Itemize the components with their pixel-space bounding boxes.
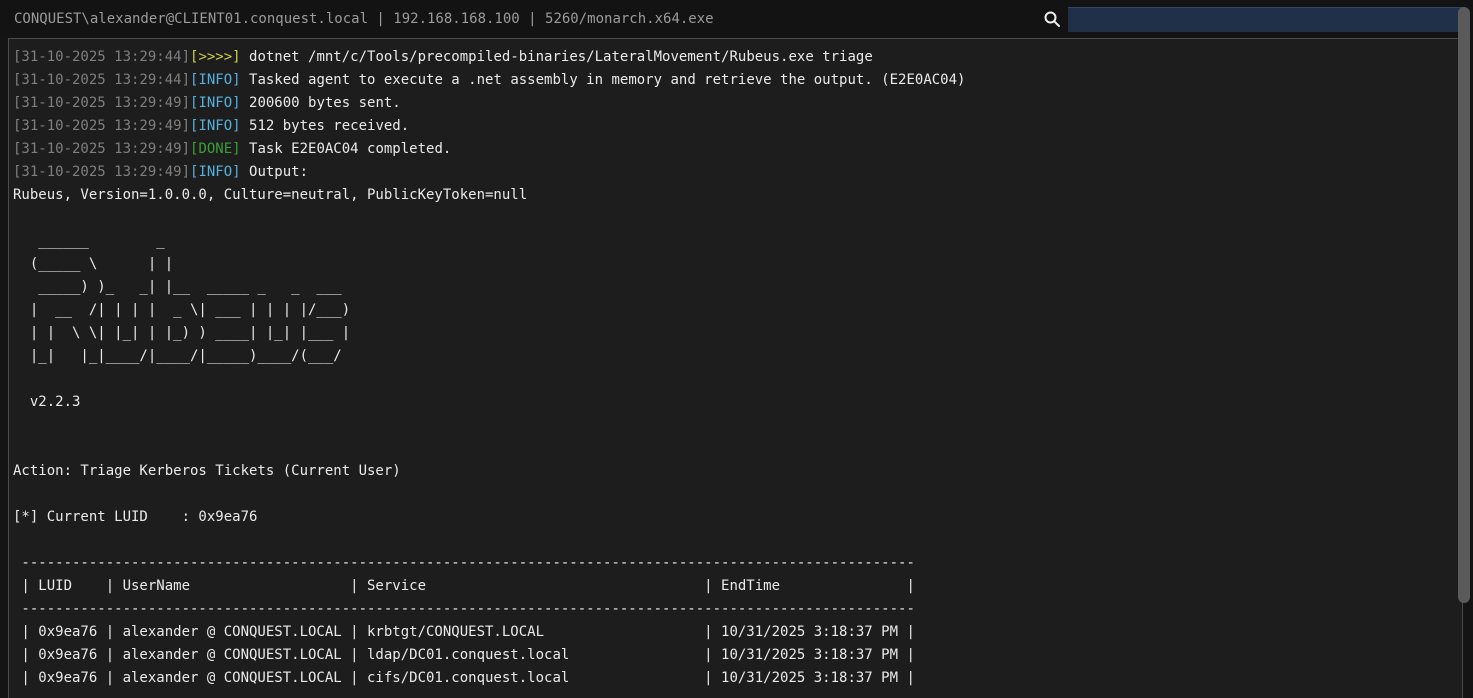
log-timestamp: [31-10-2025 13:29:49]: [13, 141, 190, 157]
log-line: [31-10-2025 13:29:44][INFO] Tasked agent…: [13, 69, 1446, 92]
log-message: 200600 bytes sent.: [241, 95, 401, 111]
log-message: dotnet /mnt/c/Tools/precompiled-binaries…: [241, 49, 873, 65]
log-tag: [>>>>]: [190, 49, 241, 65]
search-icon[interactable]: [1042, 9, 1062, 29]
log-tag: [INFO]: [190, 164, 241, 180]
log-message: Tasked agent to execute a .net assembly …: [241, 72, 966, 88]
log-message: Task E2E0AC04 completed.: [241, 141, 452, 157]
log-timestamp: [31-10-2025 13:29:49]: [13, 118, 190, 134]
log-message: 512 bytes received.: [241, 118, 410, 134]
log-timestamp: [31-10-2025 13:29:44]: [13, 72, 190, 88]
session-info: CONQUEST\alexander@CLIENT01.conquest.loc…: [14, 11, 714, 27]
log-line: [31-10-2025 13:29:49][INFO] 200600 bytes…: [13, 92, 1446, 115]
scrollbar-thumb[interactable]: [1458, 7, 1470, 603]
log-line: [31-10-2025 13:29:49][INFO] Output:: [13, 161, 1446, 184]
log-timestamp: [31-10-2025 13:29:49]: [13, 95, 190, 111]
search-input[interactable]: [1068, 7, 1465, 32]
search-area: [1042, 7, 1465, 32]
log-tag: [INFO]: [190, 118, 241, 134]
terminal-output-panel: [31-10-2025 13:29:44][>>>>] dotnet /mnt/…: [8, 38, 1463, 698]
log-message: Output:: [241, 164, 308, 180]
log-tag: [INFO]: [190, 72, 241, 88]
task-log: [31-10-2025 13:29:44][>>>>] dotnet /mnt/…: [13, 46, 1446, 184]
log-line: [31-10-2025 13:29:44][>>>>] dotnet /mnt/…: [13, 46, 1446, 69]
log-timestamp: [31-10-2025 13:29:44]: [13, 49, 190, 65]
log-line: [31-10-2025 13:29:49][DONE] Task E2E0AC0…: [13, 138, 1446, 161]
rubeus-output: Rubeus, Version=1.0.0.0, Culture=neutral…: [13, 184, 1446, 690]
scrollbar[interactable]: [1458, 2, 1470, 687]
session-topbar: CONQUEST\alexander@CLIENT01.conquest.loc…: [0, 0, 1473, 38]
log-line: [31-10-2025 13:29:49][INFO] 512 bytes re…: [13, 115, 1446, 138]
log-timestamp: [31-10-2025 13:29:49]: [13, 164, 190, 180]
log-tag: [DONE]: [190, 141, 241, 157]
log-tag: [INFO]: [190, 95, 241, 111]
